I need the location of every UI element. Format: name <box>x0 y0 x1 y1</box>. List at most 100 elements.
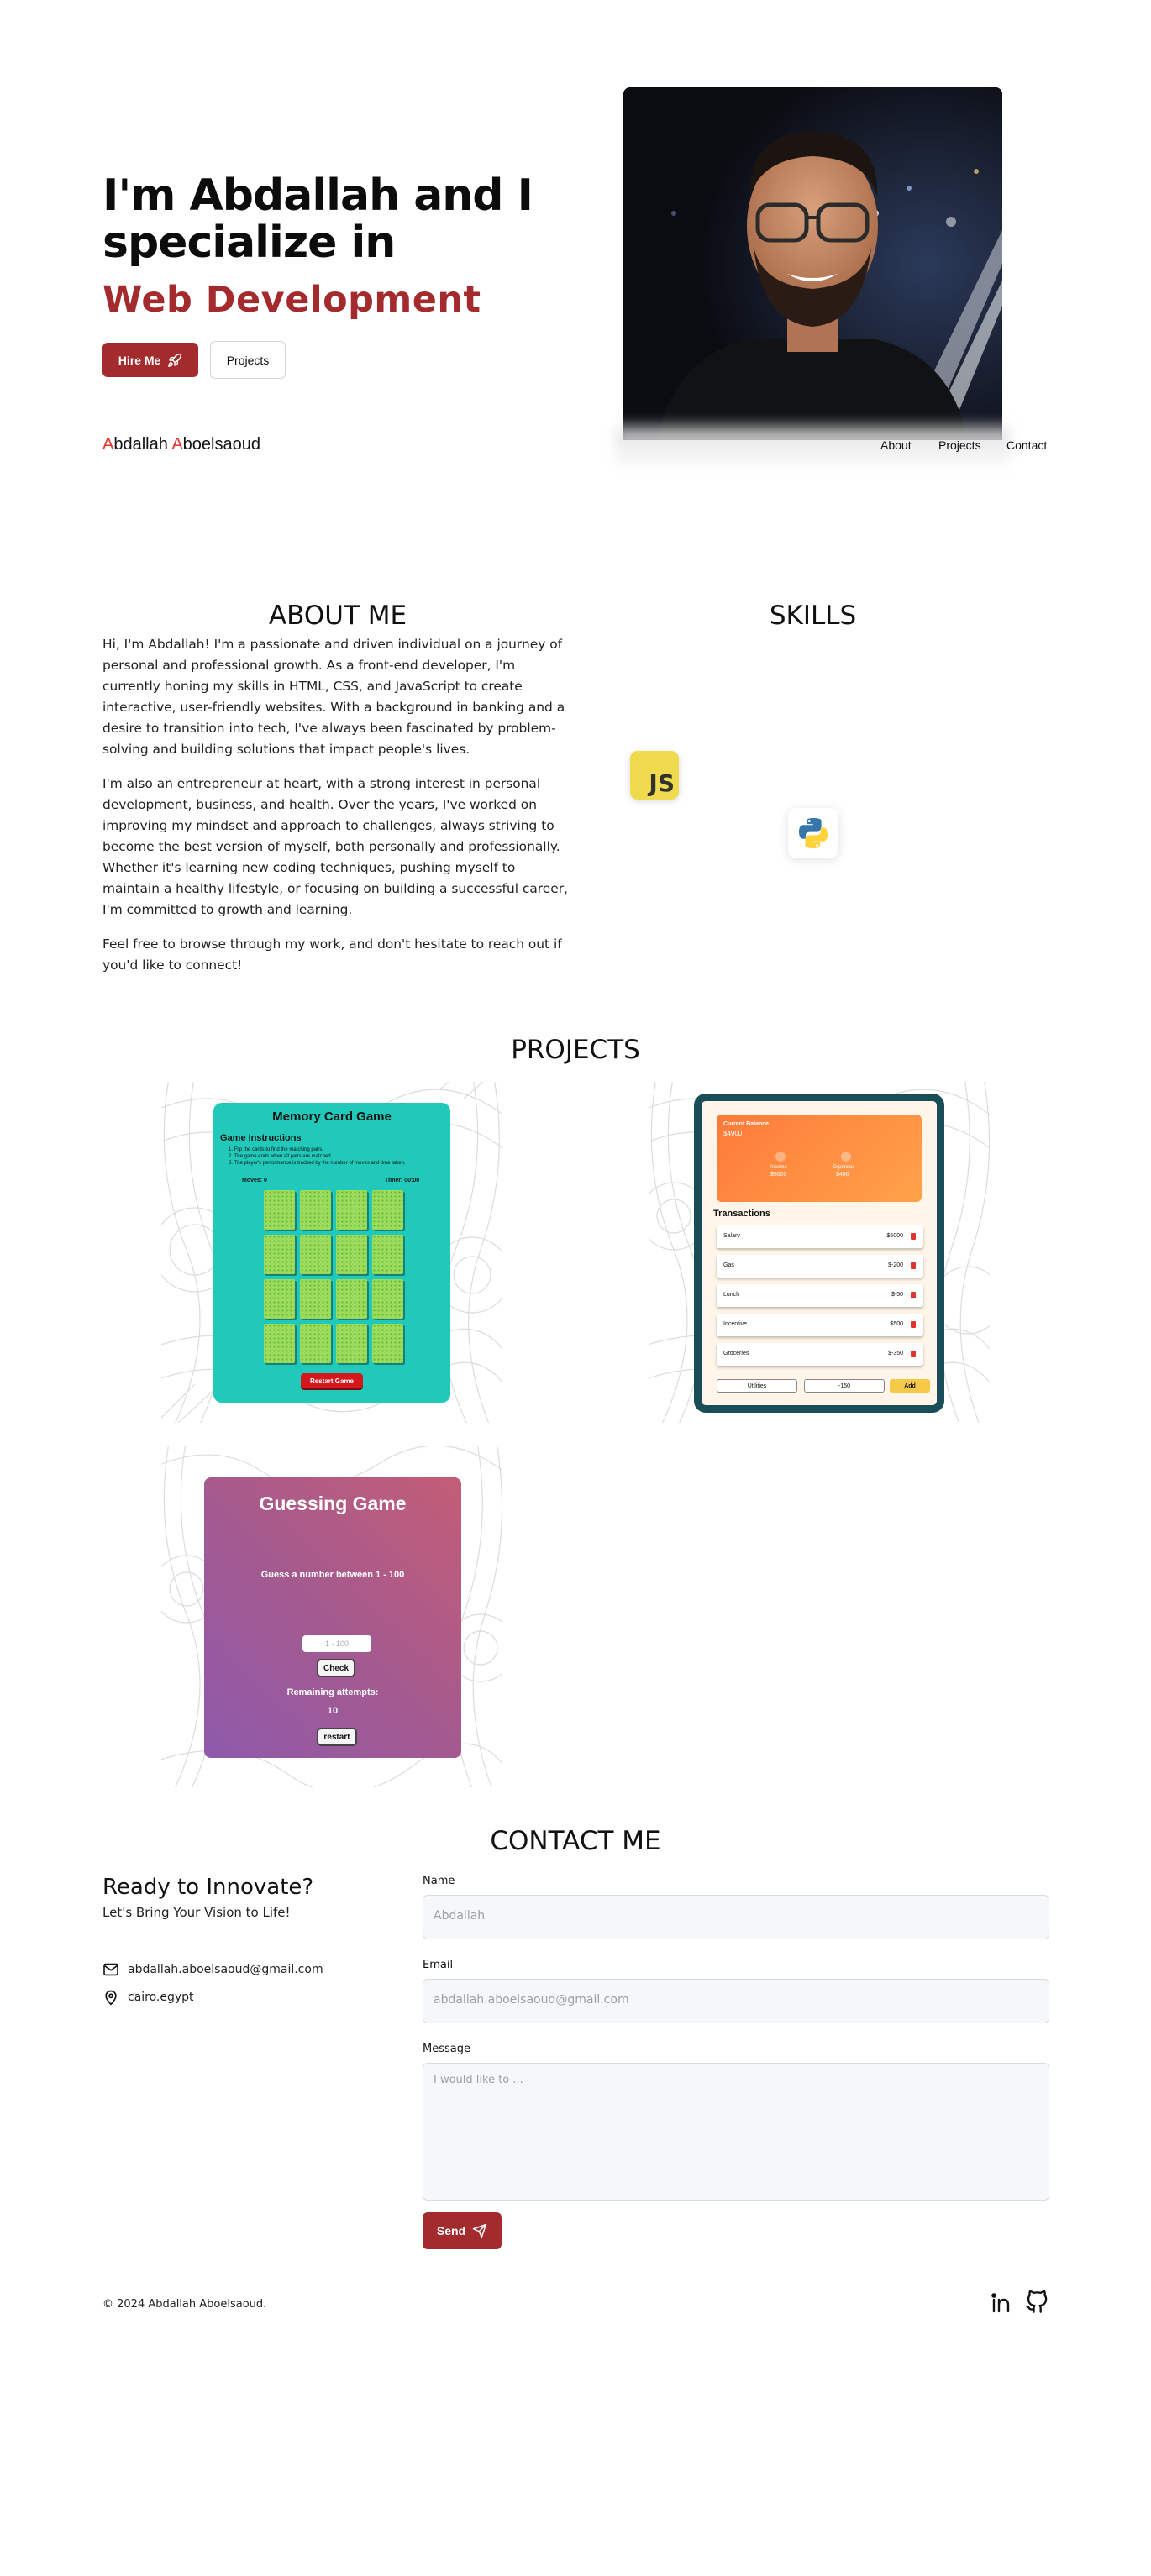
guess-restart-button: restart <box>317 1728 357 1746</box>
nav-link-projects[interactable]: Projects <box>938 438 981 452</box>
logo-last-name: boelsaoud <box>182 435 260 454</box>
transaction-name: Lunch <box>723 1292 740 1298</box>
email-label: Email <box>423 1959 454 1971</box>
javascript-icon-label: JS <box>649 769 675 797</box>
expenses-label: Expenses <box>833 1165 855 1170</box>
about-title: ABOUT ME <box>268 601 407 631</box>
location-pin-icon <box>105 1990 117 2006</box>
transaction-amount: $-50 <box>891 1292 903 1298</box>
rocket-icon <box>168 353 182 367</box>
memory-timer: Timer: 00:00 <box>385 1178 420 1183</box>
memory-card <box>336 1235 367 1274</box>
memory-instructions-title: Game Instructions <box>220 1133 302 1143</box>
trash-icon <box>911 1292 916 1298</box>
income-icon <box>775 1152 786 1162</box>
memory-card <box>264 1324 295 1363</box>
memory-card <box>300 1324 331 1363</box>
github-icon[interactable] <box>1025 2290 1049 2314</box>
hero-accent-text: Web Development <box>102 279 481 321</box>
hire-me-button[interactable]: Hire Me <box>102 343 198 377</box>
transaction-amount: $-350 <box>888 1351 903 1356</box>
income-label: Income <box>770 1165 787 1170</box>
memory-instruction: 2. The game ends when all pairs are matc… <box>229 1154 333 1159</box>
send-label: Send <box>436 2224 466 2238</box>
memory-instruction: 3. The player's performance is tracked b… <box>229 1161 406 1166</box>
python-icon <box>788 808 838 858</box>
transaction-row: Salary $5000 <box>717 1225 923 1248</box>
expenses-icon <box>841 1152 851 1162</box>
transaction-row: Groceries $-350 <box>717 1343 923 1366</box>
balance-card: Current Balance $4900 Income $5000 Expen… <box>717 1115 922 1202</box>
trash-icon <box>911 1351 916 1357</box>
nav-link-contact[interactable]: Contact <box>1006 438 1047 452</box>
transaction-name: Groceries <box>723 1351 749 1356</box>
guess-input: 1 - 100 <box>302 1635 371 1652</box>
trash-icon <box>911 1321 916 1328</box>
guess-check-button: Check <box>317 1659 355 1677</box>
logo-initial-first: A <box>102 435 114 454</box>
memory-card <box>264 1279 295 1319</box>
memory-card <box>372 1235 403 1274</box>
guessing-game-title: Guessing Game <box>259 1493 407 1514</box>
logo-initial-last: A <box>171 435 183 454</box>
expenses-value: $400 <box>836 1172 849 1178</box>
site-logo[interactable]: Abdallah Aboelsaoud <box>102 435 260 454</box>
nav-link-about[interactable]: About <box>880 438 912 452</box>
remaining-attempts-value: 10 <box>327 1706 339 1716</box>
javascript-icon: JS <box>630 751 679 800</box>
contact-location-text: cairo.egypt <box>128 1991 194 2004</box>
projects-button[interactable]: Projects <box>210 341 286 379</box>
finance-tracker-preview: Current Balance $4900 Income $5000 Expen… <box>694 1094 944 1413</box>
logo-first-name: bdallah <box>113 435 172 454</box>
about-paragraph: I'm also an entrepreneur at heart, with … <box>102 776 568 917</box>
send-button[interactable]: Send <box>423 2212 502 2249</box>
contact-heading: Ready to Innovate? <box>102 1875 314 1900</box>
about-paragraph: Feel free to browse through my work, and… <box>102 936 562 973</box>
transaction-amount-input: -150 <box>804 1379 885 1393</box>
trash-icon <box>911 1262 916 1269</box>
linkedin-icon[interactable] <box>990 2290 1013 2314</box>
send-icon <box>472 2223 487 2238</box>
income-value: $5000 <box>770 1172 787 1178</box>
transaction-amount: $-200 <box>888 1262 903 1268</box>
hero-title: I'm Abdallah and I specialize in <box>102 171 533 268</box>
memory-card <box>372 1190 403 1230</box>
memory-card <box>372 1324 403 1363</box>
footer-copyright: © 2024 Abdallah Aboelsaoud. <box>102 2298 267 2311</box>
transaction-name: Salary <box>723 1233 740 1239</box>
memory-game-title: Memory Card Game <box>272 1110 392 1124</box>
memory-card <box>300 1235 331 1274</box>
about-text: Hi, I'm Abdallah! I'm a passionate and d… <box>102 634 573 989</box>
transaction-amount: $5000 <box>886 1233 903 1239</box>
add-transaction-button: Add <box>890 1379 930 1393</box>
memory-card <box>336 1190 367 1230</box>
message-textarea[interactable]: I would like to ... <box>423 2063 1049 2201</box>
balance-label: Current Balance <box>723 1121 770 1127</box>
memory-card <box>300 1190 331 1230</box>
contact-email[interactable]: abdallah.aboelsaoud@gmail.com <box>102 1963 323 1976</box>
trash-icon <box>911 1233 916 1240</box>
guessing-game-preview: Guessing Game Guess a number between 1 -… <box>204 1477 461 1758</box>
message-label: Message <box>423 2043 470 2055</box>
profile-photo <box>623 87 1002 440</box>
memory-card <box>372 1279 403 1319</box>
about-paragraph: Hi, I'm Abdallah! I'm a passionate and d… <box>102 637 565 757</box>
remaining-attempts-label: Remaining attempts: <box>286 1687 379 1697</box>
transactions-title: Transactions <box>713 1209 770 1219</box>
contact-email-text: abdallah.aboelsaoud@gmail.com <box>128 1963 323 1976</box>
projects-title: PROJECTS <box>511 1035 640 1065</box>
name-input[interactable]: Abdallah <box>423 1895 1049 1939</box>
memory-instruction: 1. Flip the cards to find the matching p… <box>229 1147 324 1152</box>
memory-card <box>336 1324 367 1363</box>
email-input[interactable]: abdallah.aboelsaoud@gmail.com <box>423 1979 1049 2023</box>
skills-title: SKILLS <box>769 601 857 631</box>
balance-value: $4900 <box>723 1130 743 1137</box>
contact-location: cairo.egypt <box>102 1989 194 2006</box>
memory-card-grid <box>264 1190 407 1368</box>
memory-card <box>264 1235 295 1274</box>
transaction-amount: $500 <box>890 1321 903 1327</box>
hire-me-label: Hire Me <box>118 353 161 367</box>
transaction-name: Incentive <box>723 1321 748 1327</box>
memory-card <box>264 1190 295 1230</box>
transaction-row: Incentive $500 <box>717 1314 923 1336</box>
